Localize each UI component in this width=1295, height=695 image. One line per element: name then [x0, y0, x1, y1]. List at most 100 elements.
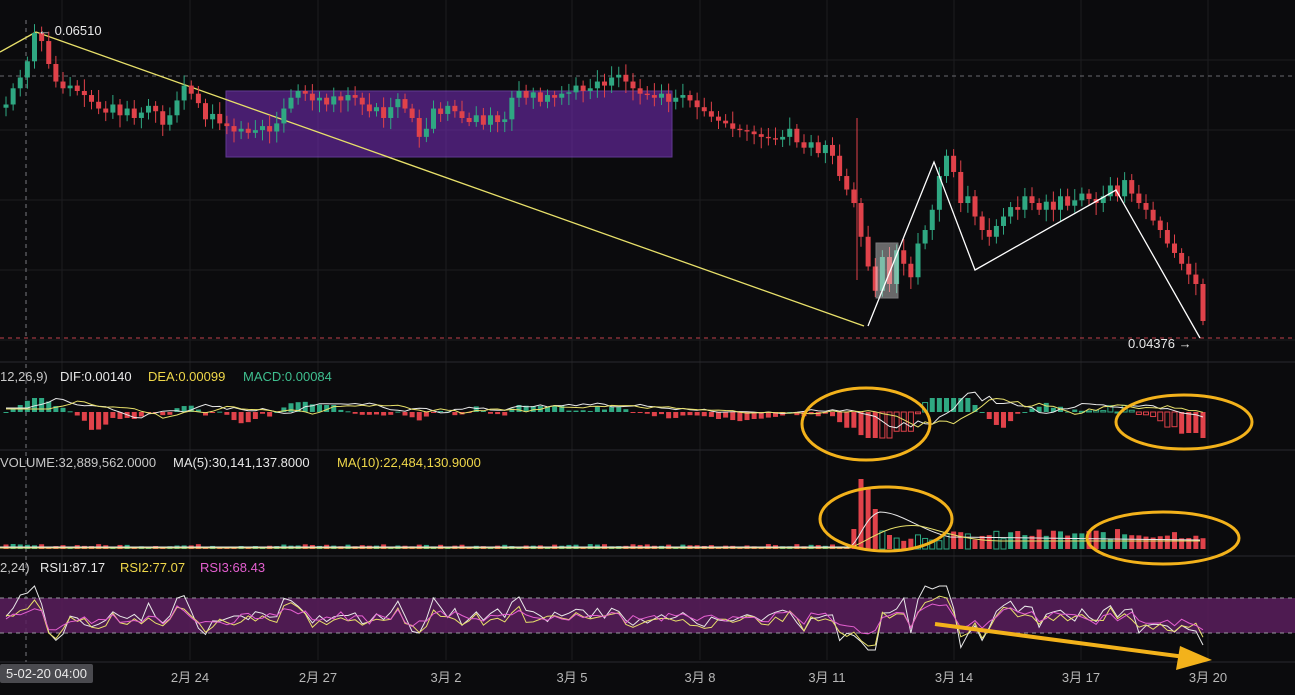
candle-body	[851, 189, 857, 204]
candle-body	[580, 85, 586, 91]
candle-body	[865, 236, 871, 267]
candle-body	[210, 113, 216, 120]
macd-bar	[245, 412, 251, 423]
candle-body	[131, 108, 137, 118]
macd-bar	[1001, 412, 1006, 428]
macd-bar	[67, 411, 73, 413]
candle-body	[459, 111, 465, 118]
macd-bar	[594, 406, 600, 412]
candle-body	[1157, 220, 1163, 231]
macd-bar	[288, 403, 294, 412]
macd-bar	[944, 398, 949, 412]
candle-body	[146, 105, 151, 113]
candle-body	[587, 88, 593, 91]
macd-bar	[965, 398, 971, 412]
volume-bar	[1157, 536, 1163, 549]
low-price-label: 0.04376 →	[1128, 336, 1192, 351]
candle-body	[566, 92, 572, 94]
candle-body	[516, 90, 522, 98]
candle-body	[716, 116, 721, 121]
volume-ma10-label: MA(10):22,484,130.9000	[337, 455, 481, 470]
candle-body	[423, 128, 429, 137]
macd-bar	[730, 412, 736, 421]
macd-value-label: MACD:0.00084	[243, 369, 332, 384]
macd-bar	[865, 412, 871, 438]
macd-bar	[623, 409, 629, 412]
candle-body	[1036, 203, 1042, 210]
candle-body	[110, 104, 116, 113]
candle-body	[1200, 284, 1206, 321]
macd-bar	[1128, 409, 1135, 413]
candle-body	[81, 90, 87, 96]
candle-body	[1015, 207, 1021, 210]
candle-body	[466, 117, 472, 123]
macd-bar	[438, 410, 444, 412]
macd-dif-label: DIF:0.00140	[60, 369, 132, 384]
volume-bar	[1000, 538, 1007, 550]
macd-bar	[637, 412, 643, 413]
macd-bar	[1157, 411, 1164, 422]
macd-bar	[260, 412, 265, 414]
macd-bar	[452, 412, 458, 416]
candle-body	[858, 203, 864, 237]
candle-body	[302, 90, 308, 94]
candle-body	[324, 97, 330, 105]
candle-body	[1122, 180, 1128, 197]
volume-bar	[879, 530, 886, 550]
macd-bar	[915, 411, 921, 415]
candle-body	[160, 111, 166, 125]
candle-body	[979, 216, 985, 231]
candle-body	[616, 74, 622, 78]
candle-body	[1143, 203, 1149, 210]
candle-body	[744, 130, 750, 132]
candle-body	[203, 103, 208, 120]
macd-bar	[160, 412, 166, 416]
candle-body	[245, 128, 251, 133]
candle-body	[1150, 209, 1156, 221]
candle-body	[89, 95, 94, 102]
candle-body	[495, 115, 501, 123]
macd-bar	[630, 412, 636, 413]
volume-bar	[979, 535, 985, 549]
candle-body	[573, 85, 579, 93]
macd-bar	[1186, 412, 1192, 433]
volume-bar	[993, 530, 1000, 550]
candle-body	[395, 99, 401, 108]
macd-bar	[986, 412, 992, 419]
macd-bar	[238, 412, 244, 424]
crosshair-time-label: 5-02-20 04:00	[0, 664, 93, 683]
candle-body	[409, 108, 415, 118]
macd-bar	[502, 412, 508, 416]
candle-body	[288, 97, 294, 109]
candle-body	[1193, 274, 1199, 285]
candle-body	[687, 95, 693, 101]
candle-body	[509, 97, 515, 120]
candle-body	[174, 100, 180, 116]
macd-bar	[110, 412, 116, 418]
candle-body	[801, 142, 807, 148]
volume-bar	[1129, 535, 1135, 549]
macd-bar	[644, 412, 650, 414]
candle-body	[787, 128, 793, 137]
macd-dea-label: DEA:0.00099	[148, 369, 226, 384]
volume-bar	[1015, 531, 1021, 549]
volume-bar	[1122, 534, 1128, 549]
macd-bar	[687, 412, 693, 416]
candle-body	[3, 104, 9, 108]
macd-bar	[252, 412, 258, 419]
macd-bar	[1008, 412, 1014, 422]
chart-canvas[interactable]	[0, 0, 1295, 695]
volume-bar	[901, 540, 907, 549]
volume-bar	[887, 535, 892, 549]
macd-bar	[694, 412, 700, 416]
candle-body	[780, 136, 786, 140]
candle-body	[944, 155, 949, 177]
macd-bar	[317, 404, 322, 412]
candle-body	[545, 95, 550, 102]
candle-body	[666, 93, 672, 102]
x-tick-label: 3月 11	[808, 670, 846, 685]
chart-stage[interactable]: { "chart_data": { "type": "candlestick",…	[0, 0, 1295, 695]
macd-bar	[402, 412, 408, 416]
candle-body	[124, 108, 130, 116]
candle-body	[844, 176, 850, 190]
